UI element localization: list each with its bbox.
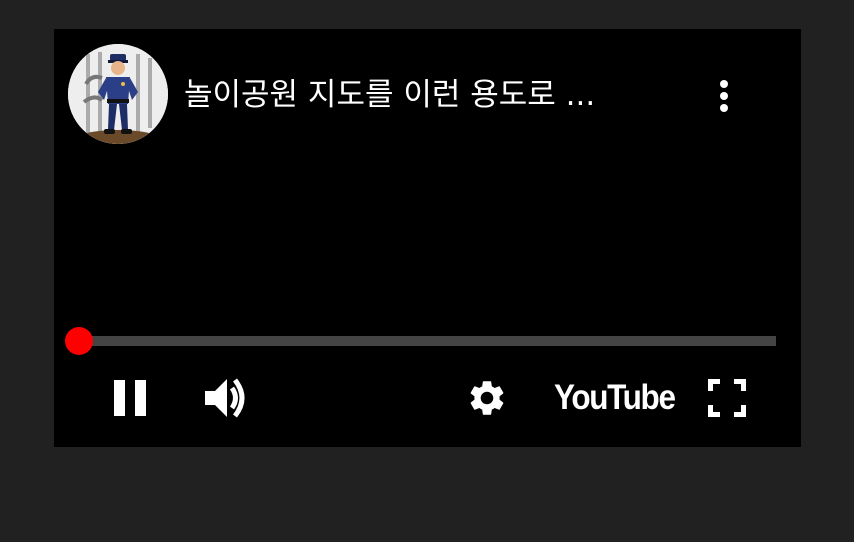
scrubber-handle[interactable] [65, 327, 93, 355]
pause-icon [114, 380, 146, 416]
more-vert-icon [720, 80, 728, 112]
police-officer-avatar-icon [68, 44, 168, 144]
volume-icon [205, 378, 245, 418]
progress-track [79, 336, 776, 346]
video-title[interactable]: 놀이공원 지도를 이런 용도로 ... [184, 73, 704, 117]
video-player[interactable]: 놀이공원 지도를 이런 용도로 ... YouTube [54, 29, 801, 447]
gear-icon [470, 381, 504, 415]
youtube-logo-link[interactable]: YouTube [554, 376, 676, 420]
more-options-button[interactable] [702, 73, 746, 117]
volume-button[interactable] [202, 375, 250, 421]
pause-button[interactable] [110, 377, 150, 419]
progress-bar[interactable] [65, 327, 776, 355]
settings-button[interactable] [466, 377, 508, 419]
fullscreen-button[interactable] [706, 377, 748, 419]
channel-avatar[interactable] [68, 44, 168, 144]
fullscreen-icon [708, 379, 746, 417]
